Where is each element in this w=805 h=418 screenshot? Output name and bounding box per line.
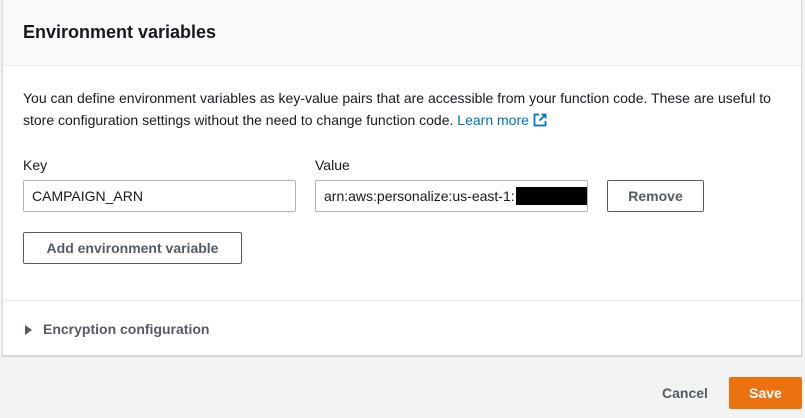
environment-variables-panel: Environment variables You can define env… bbox=[2, 0, 802, 356]
save-button[interactable]: Save bbox=[729, 377, 802, 409]
value-label: Value bbox=[315, 157, 350, 173]
remove-button[interactable]: Remove bbox=[607, 180, 704, 212]
key-input[interactable]: CAMPAIGN_ARN bbox=[23, 180, 296, 212]
encryption-configuration-toggle[interactable]: Encryption configuration bbox=[25, 320, 209, 338]
external-link-icon bbox=[533, 113, 547, 127]
key-label: Key bbox=[23, 157, 48, 173]
redacted-value bbox=[515, 187, 587, 205]
value-input-value: arn:aws:personalize:us-east-1: bbox=[324, 188, 515, 204]
value-input[interactable]: arn:aws:personalize:us-east-1: bbox=[315, 180, 588, 212]
encryption-configuration-label: Encryption configuration bbox=[43, 321, 210, 337]
panel-description: You can define environment variables as … bbox=[23, 87, 793, 131]
section-divider bbox=[3, 300, 801, 301]
panel-header: Environment variables bbox=[3, 0, 801, 66]
cancel-button[interactable]: Cancel bbox=[662, 384, 708, 402]
learn-more-label: Learn more bbox=[457, 112, 529, 128]
learn-more-link[interactable]: Learn more bbox=[457, 112, 547, 128]
add-environment-variable-button[interactable]: Add environment variable bbox=[23, 232, 242, 264]
key-input-value: CAMPAIGN_ARN bbox=[32, 188, 143, 204]
panel-title: Environment variables bbox=[23, 22, 217, 42]
caret-right-icon bbox=[25, 325, 32, 335]
description-text: You can define environment variables as … bbox=[23, 90, 771, 128]
